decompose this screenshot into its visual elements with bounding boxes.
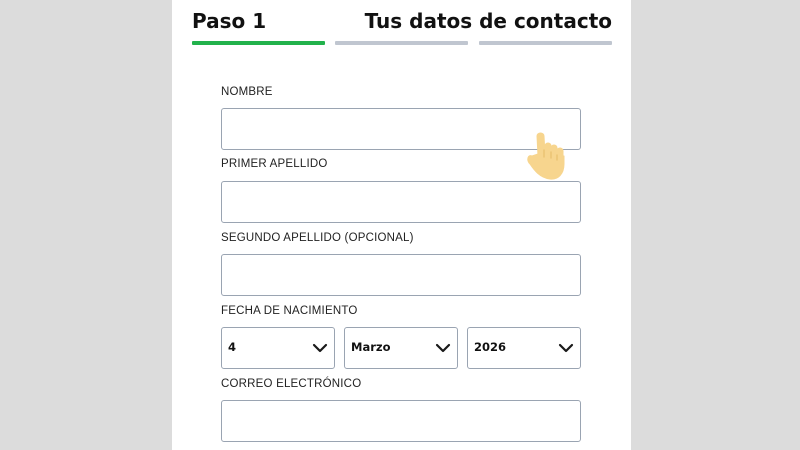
step-progress (192, 41, 612, 45)
form-panel: Paso 1 Tus datos de contacto NOMBRE PRIM… (172, 0, 631, 450)
primer-apellido-field[interactable] (221, 181, 581, 223)
month-value: Marzo (351, 340, 391, 354)
chevron-down-icon (558, 343, 574, 353)
day-select[interactable]: 4 (221, 327, 335, 369)
segundo-apellido-label: SEGUNDO APELLIDO (OPCIONAL) (221, 232, 414, 244)
progress-segment-2 (335, 41, 468, 45)
email-field[interactable] (221, 400, 581, 442)
page-backdrop: Paso 1 Tus datos de contacto NOMBRE PRIM… (0, 0, 800, 450)
hand-pointer-icon (527, 132, 565, 180)
progress-segment-3 (479, 41, 612, 45)
primer-apellido-label: PRIMER APELLIDO (221, 158, 328, 170)
step-number: Paso 1 (192, 9, 267, 33)
chevron-down-icon (435, 343, 451, 353)
year-select[interactable]: 2026 (467, 327, 581, 369)
nombre-label: NOMBRE (221, 86, 273, 98)
year-value: 2026 (474, 340, 507, 354)
step-title: Tus datos de contacto (364, 9, 612, 33)
correo-label: CORREO ELECTRÓNICO (221, 378, 362, 390)
segundo-apellido-field[interactable] (221, 254, 581, 296)
fecha-nacimiento-label: FECHA DE NACIMIENTO (221, 305, 358, 317)
day-value: 4 (228, 340, 237, 354)
step-header: Paso 1 Tus datos de contacto (192, 7, 612, 37)
progress-segment-1 (192, 41, 325, 45)
month-select[interactable]: Marzo (344, 327, 458, 369)
chevron-down-icon (312, 343, 328, 353)
